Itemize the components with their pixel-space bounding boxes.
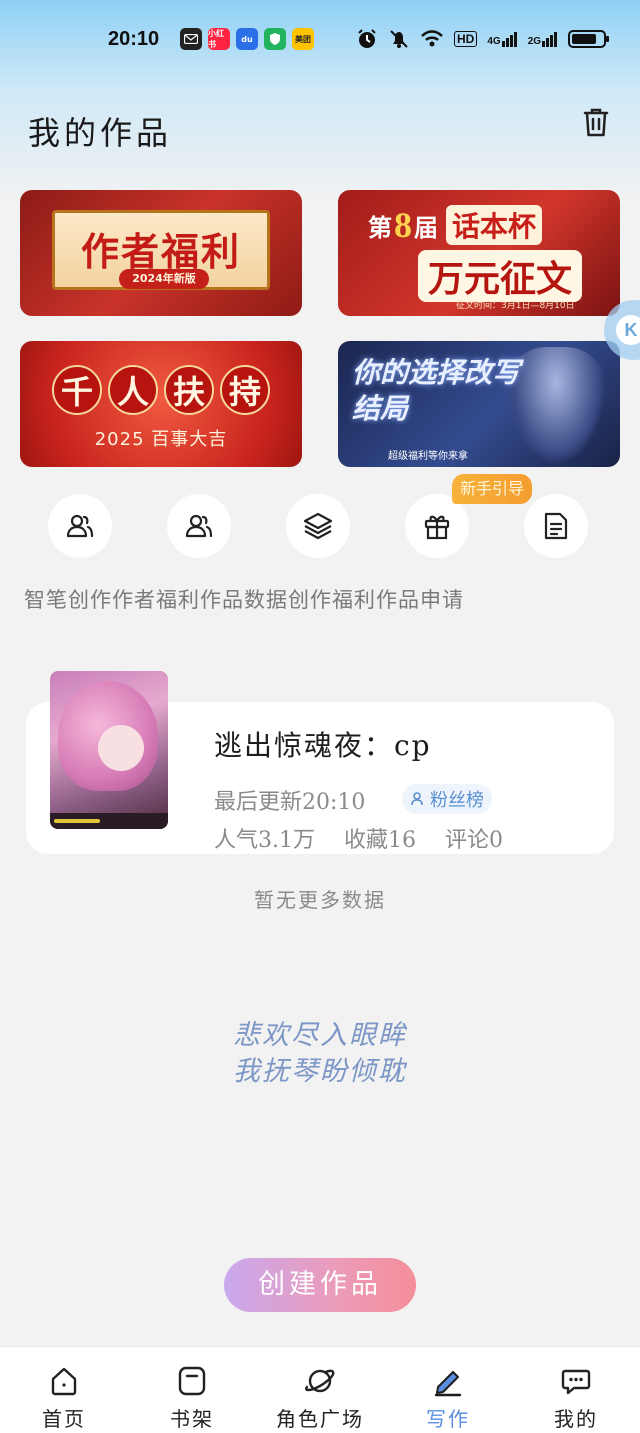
page-title: 我的作品 bbox=[28, 114, 173, 152]
choice-title: 你的选择改写结局 bbox=[352, 356, 521, 425]
nav-write-label: 写作 bbox=[426, 1407, 470, 1431]
planet-icon bbox=[305, 1369, 335, 1393]
gift-icon bbox=[424, 515, 450, 540]
alarm-icon bbox=[358, 29, 376, 48]
wifi-icon bbox=[421, 30, 443, 47]
work-popularity: 人气3.1万 bbox=[214, 828, 315, 853]
users-icon bbox=[66, 514, 94, 538]
author-benefits-button[interactable] bbox=[167, 494, 231, 558]
banner-choice-story[interactable]: 你的选择改写结局 超级福利等你来拿 bbox=[338, 341, 620, 467]
nav-home-label: 首页 bbox=[42, 1407, 86, 1431]
shield-app-icon bbox=[264, 28, 286, 50]
battery-icon bbox=[568, 30, 610, 48]
bottom-navigation: 首页 书架 角色广场 写作 我的 bbox=[0, 1346, 640, 1433]
smart-writing-button[interactable] bbox=[48, 494, 112, 558]
nav-character-square-label: 角色广场 bbox=[276, 1407, 364, 1431]
nav-mine[interactable]: 我的 bbox=[516, 1347, 636, 1433]
nav-home[interactable]: 首页 bbox=[4, 1347, 124, 1433]
support-subtitle: 2025 百事大吉 bbox=[94, 429, 228, 450]
work-title: 逃出惊魂夜：cp bbox=[214, 729, 432, 762]
nav-character-square[interactable]: 角色广场 bbox=[260, 1347, 380, 1433]
work-application-button[interactable] bbox=[524, 494, 588, 558]
contest-cup-name: 话本杯 bbox=[446, 205, 543, 245]
banner-title: 作者福利 bbox=[80, 229, 241, 274]
cellular-4g-icon: 4G bbox=[487, 31, 517, 47]
bookshelf-icon bbox=[178, 1366, 206, 1396]
mute-bell-icon bbox=[390, 30, 408, 48]
banner-author-benefits[interactable]: 作者福利 2024年新版 bbox=[20, 190, 302, 316]
work-stats: 人气3.1万 收藏16 评论0 bbox=[214, 822, 525, 854]
fans-ranking-button[interactable]: 粉丝榜 bbox=[402, 784, 492, 814]
banner-plaque: 作者福利 2024年新版 bbox=[52, 210, 270, 290]
pen-icon bbox=[434, 1371, 462, 1397]
xiaohongshu-app-icon: 小红书 bbox=[208, 28, 230, 50]
nav-write[interactable]: 写作 bbox=[388, 1347, 508, 1433]
status-time: 20:10 bbox=[108, 28, 160, 50]
meituan-app-icon: 美团 bbox=[292, 28, 314, 50]
document-icon bbox=[544, 512, 568, 540]
work-data-button[interactable] bbox=[286, 494, 350, 558]
choice-subtitle: 超级福利等你来拿 bbox=[388, 451, 468, 462]
person-icon bbox=[411, 792, 423, 806]
banner-writing-contest[interactable]: 第 8 届 话本杯 万元征文 征文时间：3月1日—8月10日 bbox=[338, 190, 620, 316]
system-icons: HD 4G 2G bbox=[356, 28, 610, 50]
nav-bookshelf[interactable]: 书架 bbox=[132, 1347, 252, 1433]
delete-button[interactable] bbox=[578, 104, 614, 140]
contest-main-title: 万元征文 bbox=[418, 250, 583, 302]
hd-indicator: HD bbox=[454, 31, 478, 47]
support-title: 千 人 扶 持 bbox=[52, 365, 270, 415]
users-icon bbox=[185, 514, 213, 538]
no-more-data-text: 暂无更多数据 bbox=[254, 888, 386, 912]
work-comments: 评论0 bbox=[445, 828, 503, 853]
banner-support-program[interactable]: 千 人 扶 持 2025 百事大吉 bbox=[20, 341, 302, 467]
trash-icon bbox=[583, 108, 609, 137]
create-work-button[interactable]: 创建作品 bbox=[224, 1258, 416, 1312]
quick-link-labels: 智笔创作作者福利作品数据创作福利作品申请 bbox=[24, 588, 464, 612]
quote-line-2: 我抚琴盼倾耽 bbox=[233, 1056, 407, 1087]
assistant-k-icon: K bbox=[616, 315, 640, 345]
work-favorites: 收藏16 bbox=[344, 828, 416, 853]
baidu-app-icon: du bbox=[236, 28, 258, 50]
cellular-2g-icon: 2G bbox=[528, 31, 558, 47]
quick-links: 新手引导 智笔创作作者福利作品数据创作福利作品申请 bbox=[0, 474, 640, 624]
status-bar: 20:10 小红书 du 美团 HD 4G 2G bbox=[0, 22, 640, 58]
contest-date: 征文时间：3月1日—8月10日 bbox=[456, 301, 575, 311]
nav-mine-label: 我的 bbox=[554, 1407, 598, 1431]
work-cover-image[interactable] bbox=[50, 671, 168, 829]
home-icon bbox=[51, 1367, 77, 1396]
layers-icon bbox=[303, 512, 333, 540]
quote-line-1: 悲欢尽入眼眸 bbox=[233, 1020, 407, 1051]
beginner-guide-badge[interactable]: 新手引导 bbox=[452, 474, 533, 504]
fans-ranking-label: 粉丝榜 bbox=[430, 790, 484, 811]
contest-edition: 第 8 届 话本杯 bbox=[368, 204, 543, 246]
message-app-icon bbox=[180, 28, 202, 50]
chat-bubble-icon bbox=[561, 1369, 591, 1395]
banner-subtitle: 2024年新版 bbox=[119, 269, 209, 289]
decorative-quote: 悲欢尽入眼眸 我抚琴盼倾耽 bbox=[0, 1018, 640, 1090]
work-last-updated: 最后更新20:10 bbox=[214, 790, 366, 815]
nav-bookshelf-label: 书架 bbox=[170, 1407, 214, 1431]
notification-icons: 小红书 du 美团 bbox=[180, 28, 314, 50]
